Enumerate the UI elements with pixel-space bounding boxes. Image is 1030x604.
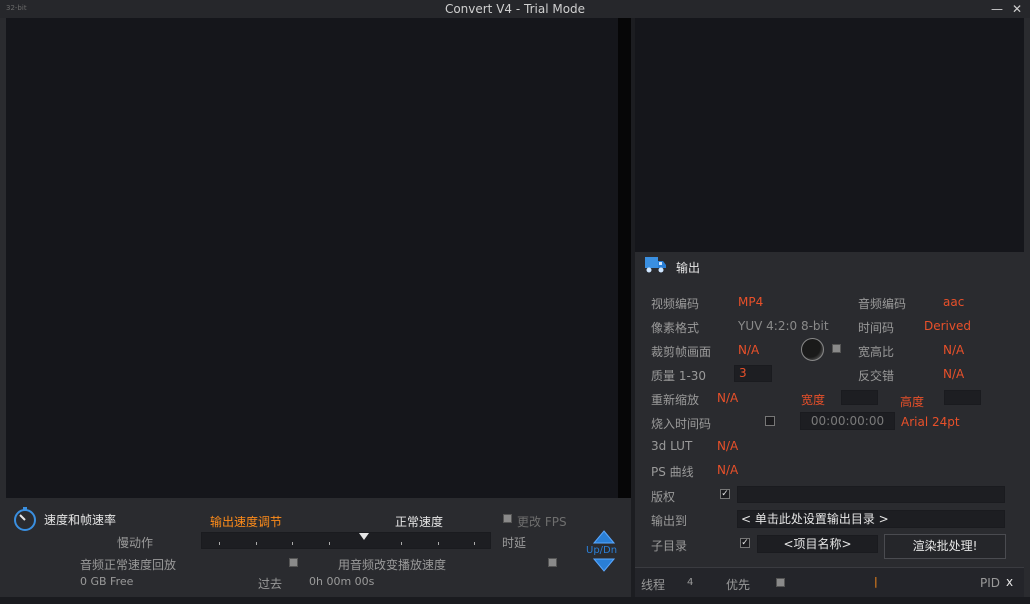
lut-value[interactable]: N/A	[717, 439, 738, 453]
slider-tick	[329, 542, 330, 545]
threads-label: 线程	[641, 578, 666, 592]
delay-label: 时延	[502, 536, 527, 550]
audio-normal-label: 音频正常速度回放	[80, 558, 177, 572]
subdir-input[interactable]: <项目名称>	[757, 535, 878, 553]
change-fps-label: 更改 FPS	[517, 515, 567, 529]
deinterlace-label: 反交错	[858, 369, 895, 383]
elapsed-value: 0h 00m 00s	[309, 575, 375, 588]
video-codec-label: 视频编码	[651, 297, 700, 311]
burn-tc-label: 烧入时间码	[651, 417, 712, 431]
ps-curve-value[interactable]: N/A	[717, 463, 738, 477]
copyright-checkbox[interactable]: ✓	[720, 489, 730, 499]
free-space-label: 0 GB Free	[80, 575, 134, 588]
slow-motion-label: 慢动作	[117, 536, 154, 550]
slider-tick	[438, 542, 439, 545]
stopwatch-icon	[12, 506, 38, 532]
slider-tick	[219, 542, 220, 545]
timecode-value[interactable]: Derived	[924, 319, 971, 333]
quality-input[interactable]: 3	[734, 365, 772, 382]
priority-toggle[interactable]	[776, 578, 785, 587]
truck-icon	[644, 255, 668, 275]
rescale-value[interactable]: N/A	[717, 391, 738, 405]
threads-value[interactable]: 4	[687, 577, 693, 588]
aspect-value[interactable]: N/A	[943, 343, 964, 357]
pid-label: PID	[980, 576, 1001, 590]
burn-tc-checkbox[interactable]	[765, 416, 775, 426]
subdir-label: 子目录	[651, 539, 688, 553]
bottom-border	[0, 597, 1030, 604]
speed-slider-thumb[interactable]	[359, 533, 369, 540]
progress-marker: |	[874, 575, 878, 588]
clip-list-area	[635, 18, 1024, 252]
deinterlace-value[interactable]: N/A	[943, 367, 964, 381]
preview-scrollbar[interactable]	[618, 18, 631, 498]
ps-curve-label: PS 曲线	[651, 465, 694, 479]
copyright-input[interactable]	[737, 486, 1005, 503]
subdir-checkbox[interactable]: ✓	[740, 538, 750, 548]
crop-toggle[interactable]	[832, 344, 841, 353]
close-button[interactable]: ✕	[1009, 1, 1025, 17]
priority-label: 优先	[726, 578, 751, 592]
audio-codec-label: 音频编码	[858, 297, 907, 311]
up-arrow-icon[interactable]	[592, 530, 616, 544]
slider-tick	[401, 542, 402, 545]
width-label: 宽度	[801, 393, 826, 407]
copyright-label: 版权	[651, 490, 676, 504]
down-arrow-icon[interactable]	[592, 558, 616, 572]
slider-tick	[256, 542, 257, 545]
audio-codec-value[interactable]: aac	[943, 295, 964, 309]
updn-label: Up/Dn	[586, 545, 618, 556]
normal-speed-label: 正常速度	[395, 515, 444, 529]
burn-tc-font[interactable]: Arial 24pt	[901, 415, 960, 429]
rescale-label: 重新缩放	[651, 393, 700, 407]
timecode-label: 时间码	[858, 321, 895, 335]
video-preview	[6, 18, 618, 498]
slider-tick	[292, 542, 293, 545]
pixel-format-value[interactable]: YUV 4:2:0 8-bit	[738, 319, 829, 333]
minimize-button[interactable]: —	[989, 1, 1005, 17]
change-fps-toggle[interactable]	[503, 514, 512, 523]
lut-label: 3d LUT	[651, 439, 693, 453]
audio-normal-toggle[interactable]	[289, 558, 298, 567]
audio-change-label: 用音频改变播放速度	[338, 558, 447, 572]
output-dir-input[interactable]: < 单击此处设置输出目录 >	[737, 510, 1005, 528]
speed-section-title: 速度和帧速率	[44, 513, 117, 527]
width-input[interactable]	[841, 390, 878, 405]
output-to-label: 输出到	[651, 514, 688, 528]
video-codec-value[interactable]: MP4	[738, 295, 763, 309]
pixel-format-label: 像素格式	[651, 321, 700, 335]
status-close-button[interactable]: x	[1006, 575, 1013, 589]
height-label: 高度	[900, 395, 925, 409]
crop-value[interactable]: N/A	[738, 343, 759, 357]
elapsed-label: 过去	[258, 577, 283, 591]
slider-tick	[474, 542, 475, 545]
rotation-knob-icon[interactable]	[801, 338, 824, 361]
height-input[interactable]	[944, 390, 981, 405]
quality-label: 质量 1-30	[651, 369, 707, 383]
speed-slider-track[interactable]	[201, 532, 491, 549]
crop-label: 裁剪帧画面	[651, 345, 712, 359]
render-batch-button[interactable]: 渲染批处理!	[884, 534, 1006, 559]
output-speed-label: 输出速度调节	[210, 515, 283, 529]
audio-change-toggle[interactable]	[548, 558, 557, 567]
output-section-title: 输出	[676, 261, 701, 275]
window-title: Convert V4 - Trial Mode	[444, 2, 586, 16]
burn-tc-input[interactable]: 00:00:00:00	[800, 412, 895, 430]
aspect-label: 宽高比	[858, 345, 895, 359]
